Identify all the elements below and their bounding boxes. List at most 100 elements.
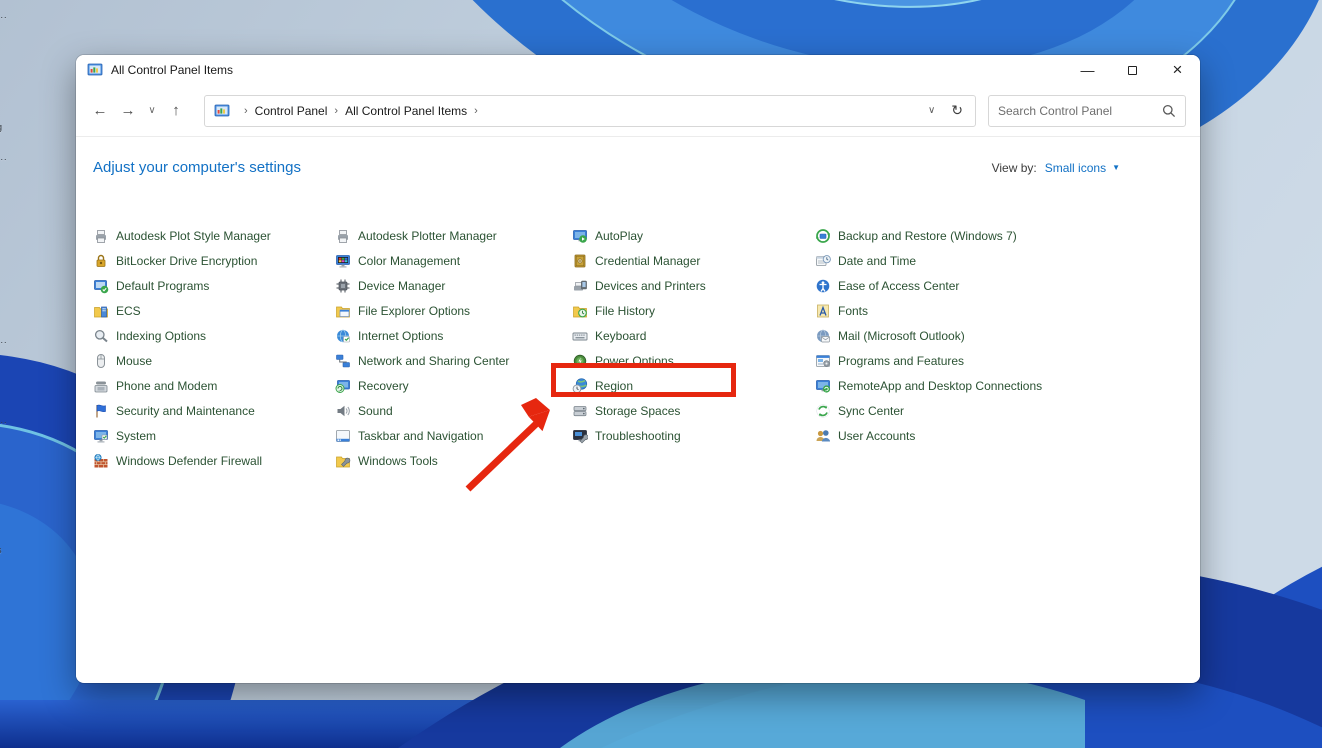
history-chevron-icon[interactable]: ∨ xyxy=(142,97,162,125)
control-panel-item-phone-and-modem[interactable]: Phone and Modem xyxy=(93,373,271,398)
folder-tools-icon xyxy=(335,453,351,469)
control-panel-item-autoplay[interactable]: AutoPlay xyxy=(572,223,706,248)
accessibility-icon xyxy=(815,278,831,294)
control-panel-item-storage-spaces[interactable]: Storage Spaces xyxy=(572,398,706,423)
item-label: Fonts xyxy=(838,303,869,318)
printer-icon xyxy=(93,228,109,244)
network-icon xyxy=(335,353,351,369)
control-panel-item-system[interactable]: System xyxy=(93,423,271,448)
titlebar[interactable]: All Control Panel Items — × xyxy=(76,55,1200,85)
item-label: Storage Spaces xyxy=(595,403,681,418)
breadcrumb-all-items[interactable]: All Control Panel Items xyxy=(345,104,467,118)
control-panel-item-internet-options[interactable]: Internet Options xyxy=(335,323,509,348)
page-title: Adjust your computer's settings xyxy=(93,159,301,176)
desktop-icon-label-fragment: ... xyxy=(0,335,8,345)
control-panel-icon xyxy=(214,103,230,119)
breadcrumb-control-panel[interactable]: Control Panel xyxy=(255,104,328,118)
printer-icon xyxy=(335,228,351,244)
item-label: Devices and Printers xyxy=(595,278,706,293)
refresh-icon[interactable]: ↻ xyxy=(945,102,969,119)
item-label: Troubleshooting xyxy=(595,428,681,443)
view-by-dropdown[interactable]: Small icons xyxy=(1045,161,1106,175)
control-panel-item-troubleshooting[interactable]: Troubleshooting xyxy=(572,423,706,448)
control-panel-item-color-management[interactable]: Color Management xyxy=(335,248,509,273)
control-panel-item-windows-tools[interactable]: Windows Tools xyxy=(335,448,509,473)
monitor-play-icon xyxy=(572,228,588,244)
desktop-icon-label-fragment: ... xyxy=(0,152,8,162)
control-panel-item-mail-microsoft-outlook[interactable]: Mail (Microsoft Outlook) xyxy=(815,323,1042,348)
control-panel-icon xyxy=(87,62,103,78)
screen-wrench-icon xyxy=(572,428,589,444)
chevron-down-icon[interactable]: ▼ xyxy=(1112,163,1120,172)
item-label: File Explorer Options xyxy=(358,303,471,318)
control-panel-item-ecs[interactable]: ECS xyxy=(93,298,271,323)
control-panel-item-security-and-maintenance[interactable]: Security and Maintenance xyxy=(93,398,271,423)
mail-globe-icon xyxy=(815,328,831,344)
item-label: Recovery xyxy=(358,378,409,393)
control-panel-item-remoteapp-and-desktop-connections[interactable]: RemoteApp and Desktop Connections xyxy=(815,373,1042,398)
control-panel-item-backup-and-restore-windows-7[interactable]: Backup and Restore (Windows 7) xyxy=(815,223,1042,248)
forward-button[interactable]: → xyxy=(114,97,142,125)
maximize-button[interactable] xyxy=(1110,55,1155,85)
item-label: Indexing Options xyxy=(116,328,207,343)
search-input[interactable] xyxy=(998,103,1162,118)
control-panel-item-ease-of-access-center[interactable]: Ease of Access Center xyxy=(815,273,1042,298)
control-panel-item-mouse[interactable]: Mouse xyxy=(93,348,271,373)
up-button[interactable]: ↑ xyxy=(162,97,190,125)
default-programs-icon xyxy=(93,278,109,294)
control-panel-item-taskbar-and-navigation[interactable]: Taskbar and Navigation xyxy=(335,423,509,448)
address-dropdown-icon[interactable]: ∨ xyxy=(918,105,945,116)
control-panel-item-date-and-time[interactable]: Date and Time xyxy=(815,248,1042,273)
close-button[interactable]: × xyxy=(1155,55,1200,85)
control-panel-item-autodesk-plot-style-manager[interactable]: Autodesk Plot Style Manager xyxy=(93,223,271,248)
desktop-icon-label-fragment: ... xyxy=(0,10,8,20)
drive-stack-icon xyxy=(572,403,588,419)
control-panel-item-windows-defender-firewall[interactable]: Windows Defender Firewall xyxy=(93,448,271,473)
item-label: Color Management xyxy=(358,253,461,268)
control-panel-item-credential-manager[interactable]: Credential Manager xyxy=(572,248,706,273)
item-label: Network and Sharing Center xyxy=(358,353,510,368)
control-panel-item-device-manager[interactable]: Device Manager xyxy=(335,273,509,298)
control-panel-item-user-accounts[interactable]: User Accounts xyxy=(815,423,1042,448)
item-label: Device Manager xyxy=(358,278,446,293)
devices-printer-icon xyxy=(572,278,588,294)
item-label: Taskbar and Navigation xyxy=(358,428,484,443)
item-label: RemoteApp and Desktop Connections xyxy=(838,378,1043,393)
item-label: BitLocker Drive Encryption xyxy=(116,253,258,268)
items-column-1: Autodesk Plot Style Manager BitLocker Dri… xyxy=(93,223,271,473)
control-panel-item-file-explorer-options[interactable]: File Explorer Options xyxy=(335,298,509,323)
color-management-icon xyxy=(335,253,351,269)
back-button[interactable]: ← xyxy=(86,97,114,125)
navigation-bar: ← → ∨ ↑ › Control Panel › All Control Pa… xyxy=(76,85,1200,137)
address-bar[interactable]: › Control Panel › All Control Panel Item… xyxy=(204,94,976,127)
control-panel-item-sync-center[interactable]: Sync Center xyxy=(815,398,1042,423)
taskbar-icon xyxy=(335,428,351,444)
control-panel-item-devices-and-printers[interactable]: Devices and Printers xyxy=(572,273,706,298)
control-panel-item-keyboard[interactable]: Keyboard xyxy=(572,323,706,348)
breadcrumb-separator: › xyxy=(474,104,478,117)
control-panel-item-indexing-options[interactable]: Indexing Options xyxy=(93,323,271,348)
control-panel-item-autodesk-plotter-manager[interactable]: Autodesk Plotter Manager xyxy=(335,223,509,248)
control-panel-item-bitlocker-drive-encryption[interactable]: BitLocker Drive Encryption xyxy=(93,248,271,273)
item-label: Autodesk Plot Style Manager xyxy=(116,228,271,243)
search-box[interactable] xyxy=(988,94,1186,127)
desktop-icon-label-fragment: ... xyxy=(0,415,8,425)
backup-restore-icon xyxy=(815,228,831,244)
control-panel-item-default-programs[interactable]: Default Programs xyxy=(93,273,271,298)
control-panel-item-file-history[interactable]: File History xyxy=(572,298,706,323)
control-panel-item-sound[interactable]: Sound xyxy=(335,398,509,423)
safe-icon xyxy=(572,253,588,269)
highlight-rectangle xyxy=(551,363,736,397)
device-chip-icon xyxy=(335,278,351,294)
minimize-button[interactable]: — xyxy=(1065,55,1110,85)
item-label: AutoPlay xyxy=(595,228,644,243)
item-label: Credential Manager xyxy=(595,253,701,268)
control-panel-item-programs-and-features[interactable]: Programs and Features xyxy=(815,348,1042,373)
desktop-icon-label-fragment: g xyxy=(0,122,3,132)
phone-icon xyxy=(93,378,109,394)
item-label: Programs and Features xyxy=(838,353,965,368)
control-panel-item-recovery[interactable]: Recovery xyxy=(335,373,509,398)
control-panel-item-fonts[interactable]: Fonts xyxy=(815,298,1042,323)
control-panel-item-network-and-sharing-center[interactable]: Network and Sharing Center xyxy=(335,348,509,373)
folder-clock-icon xyxy=(572,303,588,319)
